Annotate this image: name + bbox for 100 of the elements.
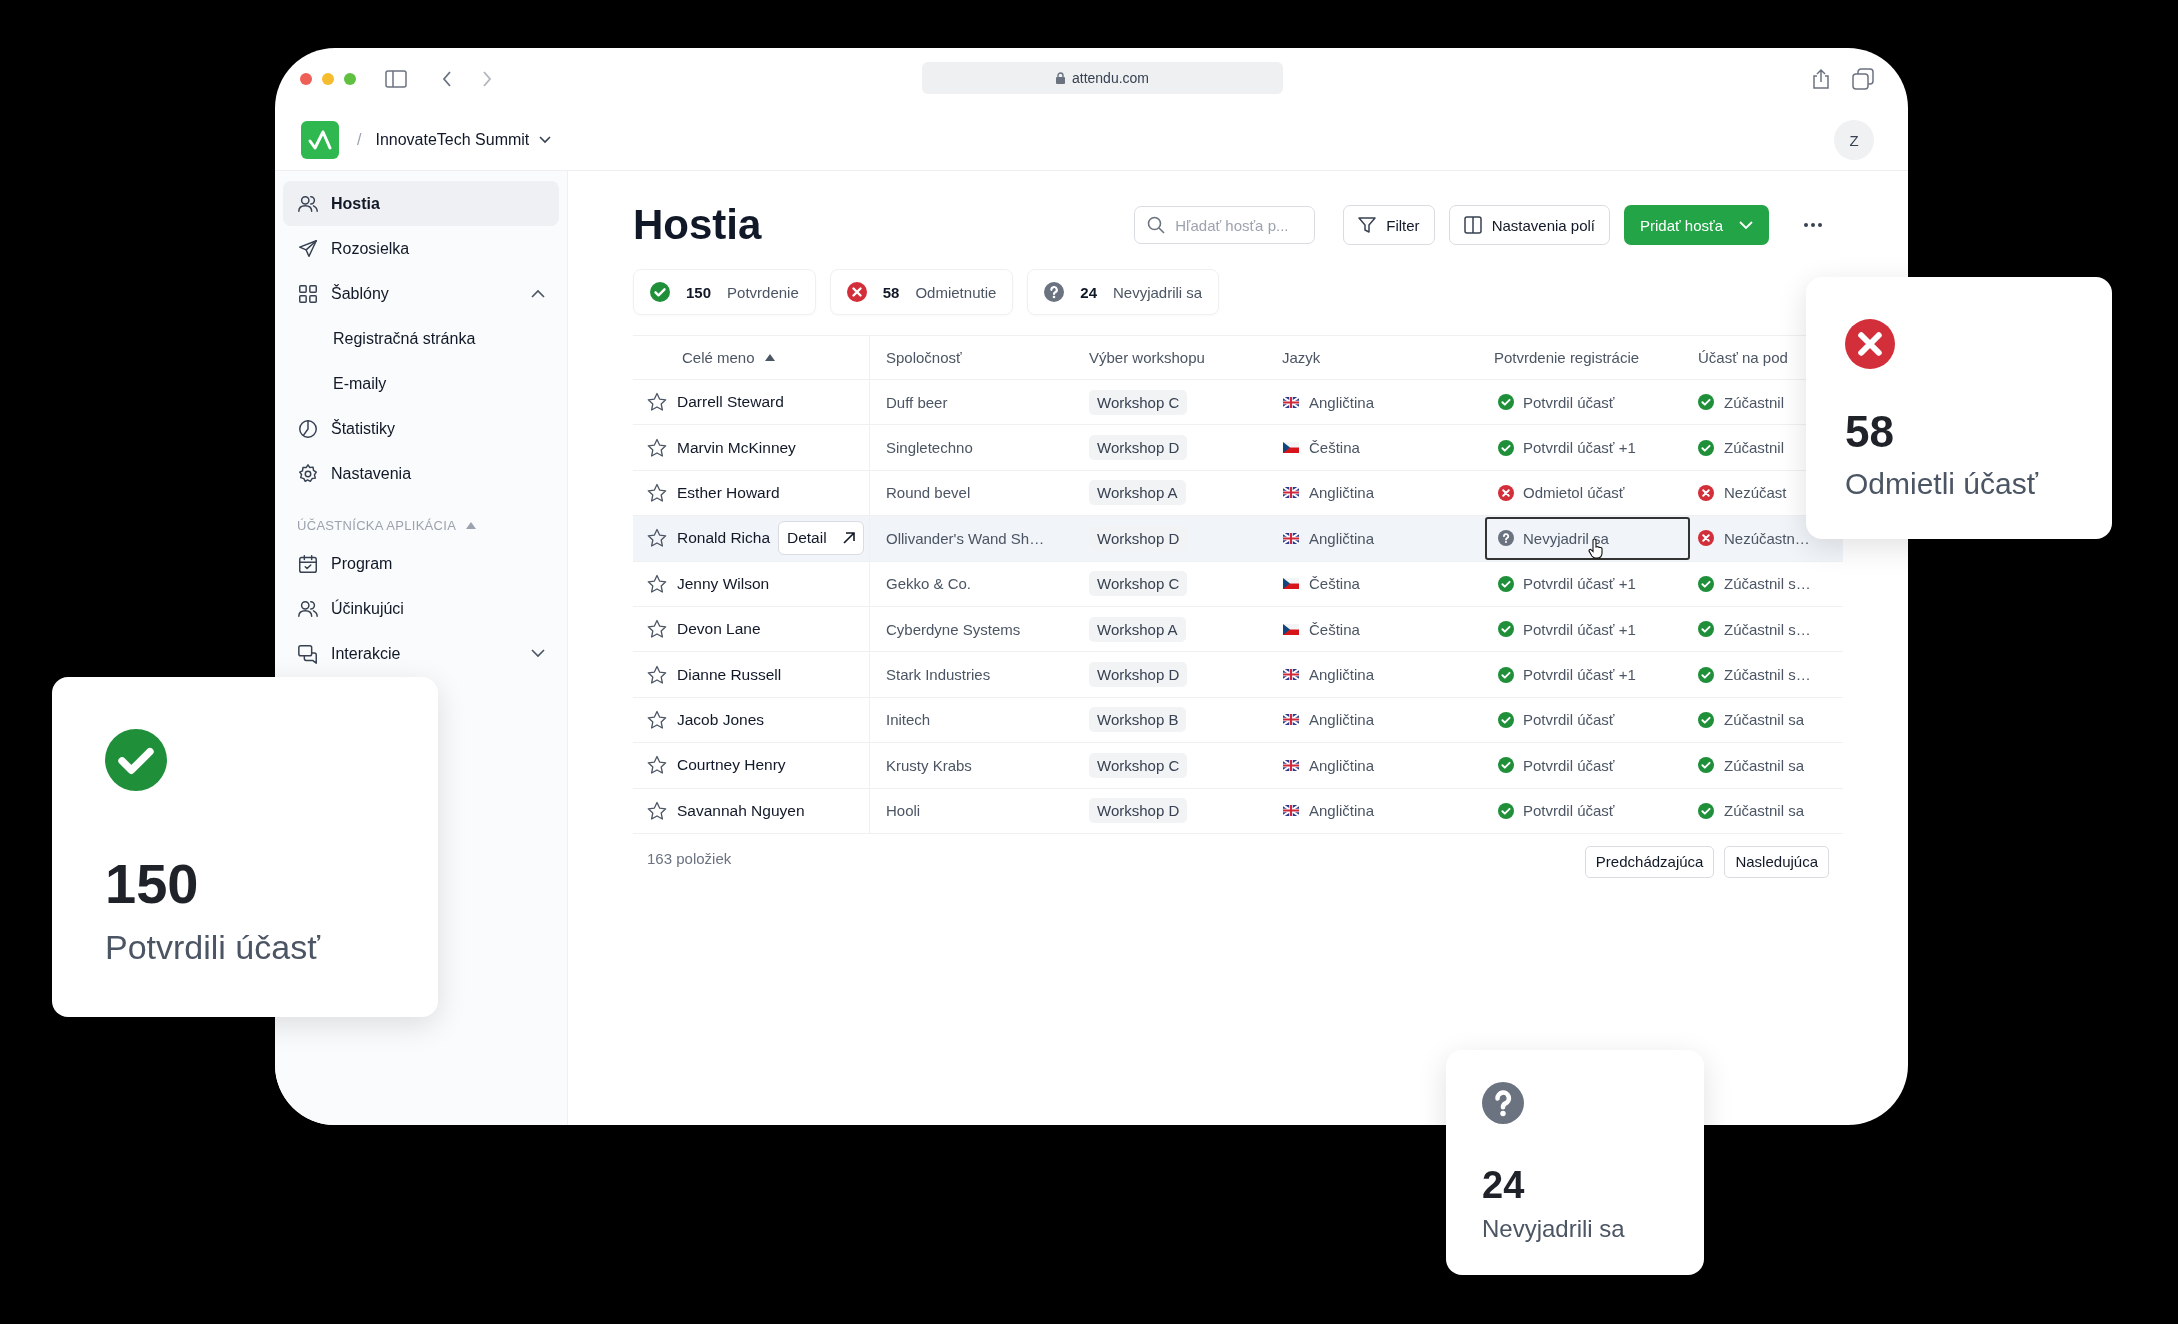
uk-flag-icon: [1283, 396, 1299, 408]
status-icon: [1698, 439, 1714, 456]
status-icon: [1498, 802, 1514, 819]
sidebar-item[interactable]: Rozosielka: [283, 226, 559, 271]
status-icon: [1498, 621, 1514, 638]
more-icon[interactable]: [1803, 222, 1823, 228]
language-cell: Angličtina: [1309, 666, 1375, 684]
status-icon: [1498, 666, 1514, 683]
user-avatar[interactable]: Z: [1834, 120, 1874, 160]
section-heading: ÚČASTNÍCKA APLIKÁCIA: [297, 518, 457, 533]
confirmation-cell[interactable]: Potvrdil účasť +1: [1485, 607, 1690, 651]
chevron-down-icon: [539, 136, 552, 144]
workshop-tag: Workshop C: [1089, 389, 1188, 415]
sidebar-subitem[interactable]: E-maily: [283, 361, 559, 406]
star-icon[interactable]: [647, 664, 667, 685]
sidebar-toggle-icon[interactable]: [385, 70, 407, 88]
attendance-status: Zúčastnil s…: [1724, 666, 1811, 684]
chevron-down-icon: [1739, 220, 1753, 230]
confirmation-cell[interactable]: Potvrdil účasť +1: [1485, 426, 1690, 470]
column-header[interactable]: Celé meno: [682, 349, 755, 366]
column-header[interactable]: Účasť na pod: [1698, 349, 1788, 366]
stat-pill[interactable]: 150 Potvrdenie: [633, 269, 816, 315]
attendance-status: Zúčastnil sa: [1724, 756, 1805, 774]
app-logo[interactable]: [301, 121, 339, 159]
column-header[interactable]: Výber workshopu: [1089, 349, 1205, 366]
previous-button[interactable]: Predchádzajúca: [1584, 845, 1715, 878]
calendar-icon: [297, 552, 319, 575]
guest-name: Ronald Richa: [677, 529, 771, 548]
status-icon: [1698, 575, 1714, 592]
attendance-status: Zúčastnil sa: [1724, 802, 1805, 820]
confirmation-cell[interactable]: Odmietol účasť: [1485, 471, 1690, 515]
summary-label: Nevyjadrili sa: [1482, 1215, 1625, 1243]
sidebar-item[interactable]: Hostia: [283, 181, 559, 226]
settings-icon: [297, 462, 319, 485]
column-header[interactable]: Jazyk: [1282, 349, 1321, 366]
back-icon[interactable]: [441, 70, 453, 88]
star-icon[interactable]: [647, 482, 667, 503]
confirmation-cell[interactable]: Potvrdil účasť: [1485, 698, 1690, 742]
language-cell: Angličtina: [1309, 802, 1375, 820]
confirmation-cell[interactable]: Potvrdil účasť: [1485, 743, 1690, 787]
star-icon[interactable]: [647, 709, 667, 730]
column-header[interactable]: Spoločnosť: [886, 349, 962, 366]
summary-count: 58: [1845, 407, 1894, 457]
event-switcher[interactable]: InnovateTech Summit: [375, 131, 552, 149]
guest-name: Darrell Steward: [677, 393, 784, 412]
confirmation-cell[interactable]: Potvrdil účasť +1: [1485, 562, 1690, 606]
star-icon[interactable]: [647, 573, 667, 594]
confirmation-cell[interactable]: Potvrdil účasť: [1485, 789, 1690, 833]
confirmation-cell[interactable]: Potvrdil účasť +1: [1485, 653, 1690, 697]
company-cell: Stark Industries: [886, 666, 991, 684]
status-icon: [1698, 666, 1714, 683]
language-cell: Angličtina: [1309, 711, 1375, 729]
share-icon[interactable]: [1812, 68, 1830, 90]
guest-name: Marvin McKinney: [677, 438, 796, 457]
status-icon: [1698, 394, 1714, 411]
search-field[interactable]: Hľadať hosťa p...: [1134, 206, 1316, 244]
guest-name: Dianne Russell: [677, 665, 782, 684]
uk-flag-icon: [1283, 759, 1299, 771]
sidebar-item[interactable]: Účinkujúci: [283, 586, 559, 631]
confirmation-status: Potvrdil účasť: [1523, 393, 1615, 411]
next-button[interactable]: Nasledujúca: [1724, 845, 1829, 878]
star-icon[interactable]: [647, 800, 667, 821]
sidebar-subitem[interactable]: Registračná stránka: [283, 316, 559, 361]
czech-flag-icon: [1283, 578, 1299, 590]
address-bar[interactable]: attendu.com: [922, 62, 1283, 94]
sidebar-item[interactable]: Štatistiky: [283, 406, 559, 451]
czech-flag-icon: [1283, 442, 1299, 454]
language-cell: Angličtina: [1309, 484, 1375, 502]
uk-flag-icon: [1283, 532, 1299, 544]
sidebar-item[interactable]: Interakcie: [283, 631, 559, 676]
company-cell: Ollivander's Wand Sh…: [886, 529, 1045, 547]
stat-pill[interactable]: 24 Nevyjadrili sa: [1027, 269, 1220, 315]
sidebar-item[interactable]: Nastavenia: [283, 451, 559, 496]
confirmation-cell[interactable]: Potvrdil účasť: [1485, 380, 1690, 424]
language-cell: Čeština: [1309, 439, 1360, 457]
status-icon: [1498, 394, 1514, 411]
tabs-icon[interactable]: [1852, 68, 1874, 90]
attendance-status: Zúčastnil s…: [1724, 620, 1811, 638]
stat-count: 150: [686, 283, 712, 301]
stat-pill[interactable]: 58 Odmietnutie: [829, 269, 1014, 315]
status-icon: [1498, 757, 1514, 774]
confirmation-status: Potvrdil účasť +1: [1523, 620, 1636, 638]
field-settings-button[interactable]: Nastavenia polí: [1448, 205, 1611, 245]
star-icon[interactable]: [647, 755, 667, 776]
send-icon: [297, 237, 319, 260]
company-cell: Round bevel: [886, 484, 971, 502]
guest-name: Savannah Nguyen: [677, 801, 805, 820]
column-header[interactable]: Potvrdenie registrácie: [1494, 349, 1640, 366]
sidebar-item[interactable]: Šablóny: [283, 271, 559, 316]
star-icon[interactable]: [647, 392, 667, 413]
star-icon[interactable]: [647, 437, 667, 458]
detail-button[interactable]: Detail: [778, 521, 864, 556]
confirmation-cell[interactable]: Nevyjadril sa: [1485, 516, 1690, 560]
summary-count: 24: [1482, 1164, 1525, 1207]
star-icon[interactable]: [647, 528, 667, 549]
status-icon: [1845, 319, 1895, 369]
filter-button[interactable]: Filter: [1343, 205, 1435, 245]
company-cell: Krusty Krabs: [886, 756, 972, 774]
star-icon[interactable]: [647, 619, 667, 640]
sidebar-item[interactable]: Program: [283, 541, 559, 586]
